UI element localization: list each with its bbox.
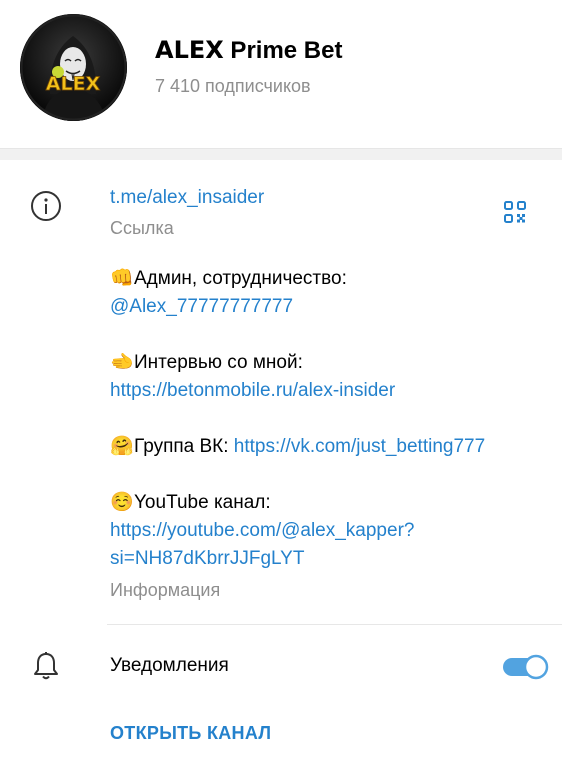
interview-link[interactable]: https://betonmobile.ru/alex-insider (110, 380, 395, 401)
youtube-link-part-2[interactable]: si=NH87dKbrrJJFgLYT (110, 548, 304, 569)
hugging-face-icon: 🤗 (110, 436, 134, 457)
youtube-link-row-1: https://youtube.com/@alex_kapper? (110, 517, 414, 545)
info-icon (30, 190, 62, 222)
pointing-hand-icon: 🫲 (110, 352, 134, 373)
bell-icon (32, 651, 60, 681)
channel-link[interactable]: t.me/alex_insaider (110, 187, 264, 208)
vk-text: Группа ВК: (134, 436, 234, 457)
link-caption: Ссылка (110, 218, 174, 238)
admin-text: Админ, сотрудничество: (134, 268, 347, 289)
channel-avatar[interactable]: ALEX (20, 14, 127, 121)
vk-line: 🤗Группа ВК: https://vk.com/just_betting7… (110, 433, 485, 461)
svg-text:ALEX: ALEX (46, 73, 101, 95)
notifications-toggle[interactable] (503, 654, 549, 680)
open-channel-button[interactable]: ОТКРЫТЬ КАНАЛ (110, 723, 271, 744)
channel-title: 𝗔𝗟𝗘𝗫 Prime Bet (155, 37, 343, 64)
admin-line: 👊Админ, сотрудничество: (110, 265, 347, 293)
youtube-link-part-1[interactable]: https://youtube.com/@alex_kapper? (110, 520, 414, 541)
fist-icon: 👊 (110, 268, 134, 289)
smiling-face-icon: ☺️ (110, 492, 134, 513)
divider (107, 624, 562, 625)
channel-link-row: t.me/alex_insaider (110, 184, 264, 212)
channel-header: ALEX 𝗔𝗟𝗘𝗫 Prime Bet 7 410 подписчиков (0, 0, 562, 148)
section-separator (0, 148, 562, 160)
youtube-line: ☺️YouTube канал: (110, 489, 271, 517)
qr-code-icon[interactable] (503, 200, 527, 224)
youtube-text: YouTube канал: (134, 492, 271, 513)
interview-line: 🫲Интервью со мной: (110, 349, 303, 377)
interview-text: Интервью со мной: (134, 352, 303, 373)
notifications-label: Уведомления (110, 655, 229, 676)
interview-link-row: https://betonmobile.ru/alex-insider (110, 377, 395, 405)
admin-handle-link[interactable]: @Alex_77777777777 (110, 296, 293, 317)
subscriber-count: 7 410 подписчиков (155, 76, 311, 96)
vk-link[interactable]: https://vk.com/just_betting777 (234, 436, 485, 457)
youtube-link-row-2: si=NH87dKbrrJJFgLYT (110, 545, 304, 573)
admin-handle-row: @Alex_77777777777 (110, 293, 293, 321)
info-caption: Информация (110, 580, 221, 600)
